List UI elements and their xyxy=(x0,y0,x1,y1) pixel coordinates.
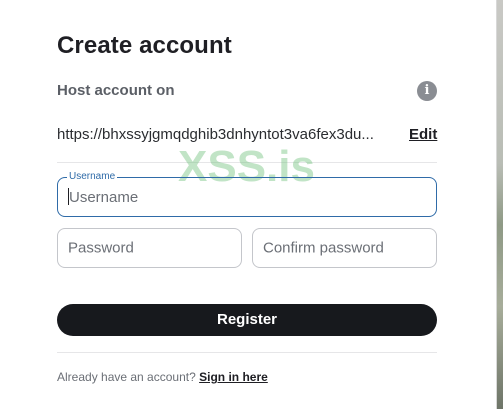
divider xyxy=(57,162,437,163)
background-edge xyxy=(496,0,503,409)
divider xyxy=(57,352,437,353)
edit-host-link[interactable]: Edit xyxy=(409,126,437,143)
confirm-password-placeholder: Confirm password xyxy=(263,239,384,257)
create-account-dialog: Create account Host account on i https:/… xyxy=(0,0,496,409)
confirm-password-field[interactable]: Confirm password xyxy=(252,228,437,268)
sign-in-link[interactable]: Sign in here xyxy=(199,370,268,384)
host-url: https://bhxssyjgmqdghib3dnhyntot3va6fex3… xyxy=(57,126,374,143)
password-field[interactable]: Password xyxy=(57,228,242,268)
register-button[interactable]: Register xyxy=(57,304,437,336)
host-account-label: Host account on xyxy=(57,82,175,99)
info-icon[interactable]: i xyxy=(417,81,437,101)
username-float-label: Username xyxy=(67,171,118,183)
signin-prompt-text: Already have an account? xyxy=(57,370,196,384)
signin-prompt: Already have an account? Sign in here xyxy=(57,370,268,384)
dialog-edge-border xyxy=(496,0,497,409)
dialog-title: Create account xyxy=(57,32,232,59)
password-placeholder: Password xyxy=(68,239,134,257)
username-field[interactable]: Username Username xyxy=(57,171,437,217)
username-input[interactable]: Username xyxy=(68,188,138,206)
username-placeholder: Username xyxy=(69,189,139,206)
